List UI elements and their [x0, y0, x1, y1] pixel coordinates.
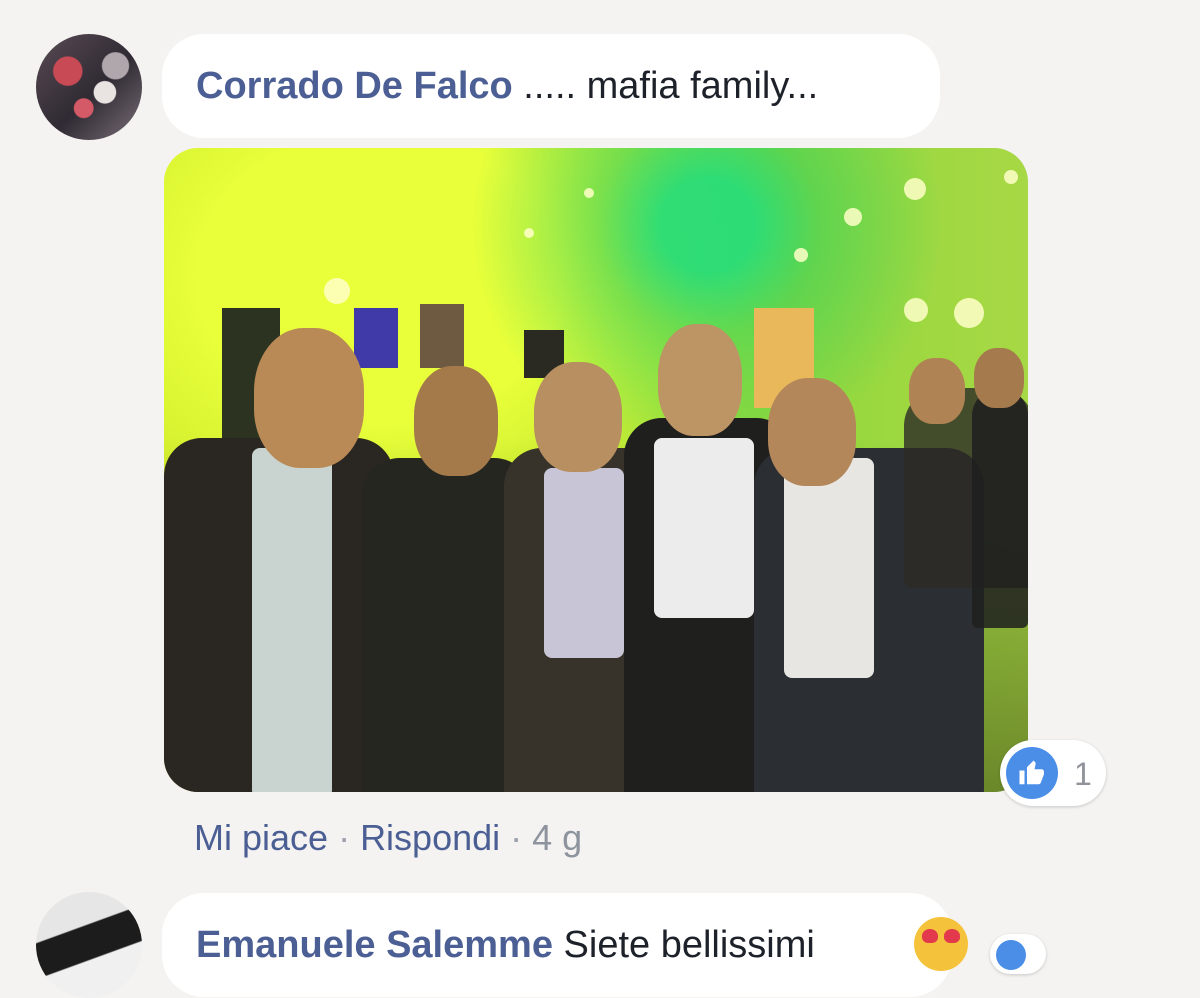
commenter-avatar[interactable]	[36, 892, 142, 998]
comment-author-link[interactable]: Corrado De Falco	[196, 65, 513, 107]
comment-author-link[interactable]: Emanuele Salemme	[196, 924, 553, 966]
comment-text: ..... mafia family...	[512, 65, 819, 107]
reaction-count: 1	[1074, 756, 1092, 792]
commenter-avatar[interactable]	[36, 34, 142, 140]
separator: ·	[500, 817, 533, 858]
comment-actions: Mi piace · Rispondi · 4 g	[194, 816, 582, 860]
reaction-count-badge[interactable]: 1	[1000, 740, 1106, 806]
light-spot	[1004, 170, 1018, 184]
light-spot	[844, 208, 862, 226]
comment-photo[interactable]	[164, 148, 1028, 792]
light-spot	[904, 178, 926, 200]
thumbs-up-icon	[1006, 747, 1058, 799]
separator: ·	[328, 817, 361, 858]
screen-panel	[354, 308, 398, 368]
comment-body: Emanuele Salemme Siete bellissimi	[196, 923, 815, 967]
comment-body: Corrado De Falco ..... mafia family...	[196, 64, 818, 108]
light-spot	[794, 248, 808, 262]
light-spot	[524, 228, 534, 238]
light-spot	[584, 188, 594, 198]
light-spot	[954, 298, 984, 328]
comment-text: Siete bellissimi	[552, 924, 815, 966]
light-spot	[904, 298, 928, 322]
comment-bubble: Corrado De Falco ..... mafia family...	[162, 34, 940, 138]
heart-eyes-emoji-icon	[914, 917, 968, 971]
door-panel	[420, 304, 464, 368]
like-link[interactable]: Mi piace	[194, 817, 328, 858]
reaction-count-badge[interactable]	[990, 934, 1046, 974]
reply-link[interactable]: Rispondi	[360, 817, 500, 858]
comment-timestamp[interactable]: 4 g	[532, 817, 582, 858]
comment-bubble: Emanuele Salemme Siete bellissimi	[162, 893, 968, 997]
light-spot	[324, 278, 350, 304]
